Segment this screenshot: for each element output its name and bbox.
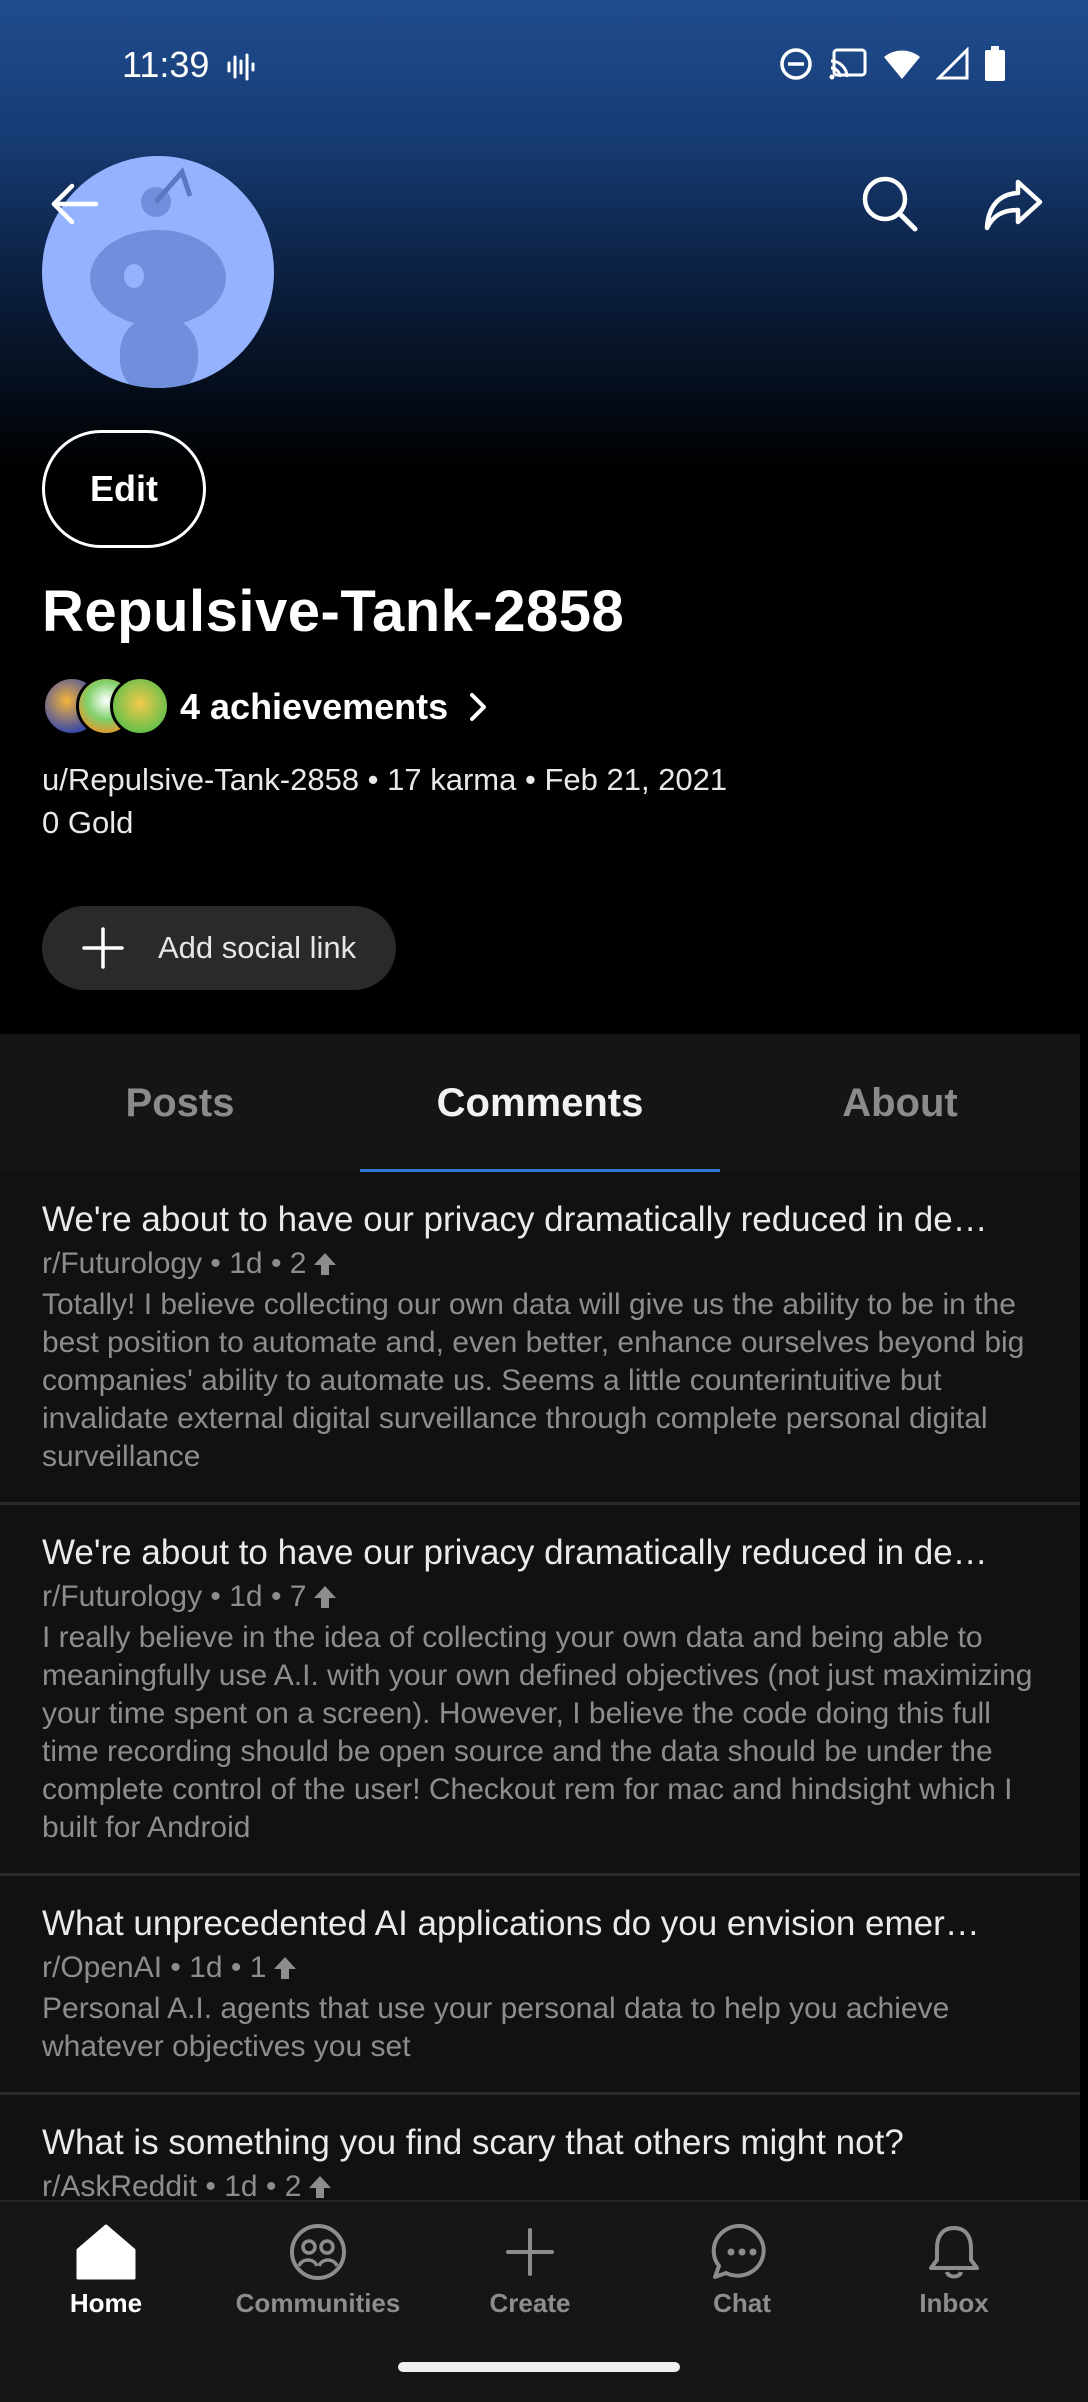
chevron-right-icon	[466, 690, 490, 724]
add-social-link-label: Add social link	[158, 930, 357, 965]
achievement-badges	[42, 672, 170, 742]
comment-body: Totally! I believe collecting our own da…	[42, 1288, 1025, 1473]
comment-item[interactable]: What is something you find scary that ot…	[0, 2095, 1080, 2200]
nav-communities-label: Communities	[235, 2288, 401, 2318]
comment-meta-text: r/AskReddit • 1d • 2	[42, 2170, 302, 2200]
arrow-left-icon	[51, 183, 99, 225]
edit-profile-button[interactable]: Edit	[42, 430, 206, 548]
cell-signal-icon	[935, 46, 970, 86]
achievements-row[interactable]: 4 achievements	[42, 670, 490, 744]
achievement-badge-icon	[110, 676, 170, 736]
upvote-icon	[314, 1586, 337, 1608]
nav-home-label: Home	[69, 2288, 143, 2318]
nav-create-label: Create	[489, 2288, 571, 2318]
home-indicator[interactable]	[398, 2362, 680, 2372]
battery-icon	[984, 46, 1006, 87]
back-button[interactable]	[36, 166, 112, 242]
comment-body: Personal A.I. agents that use your perso…	[42, 1992, 950, 2063]
nav-communities[interactable]: Communities	[212, 2202, 424, 2342]
comment-body: I really believe in the idea of collecti…	[42, 1621, 1033, 1844]
share-button[interactable]	[976, 166, 1052, 242]
profile-tabs: Posts Comments About	[0, 1034, 1080, 1174]
nav-home[interactable]: Home	[0, 2202, 212, 2342]
nav-chat-label: Chat	[713, 2288, 771, 2318]
status-bar: 11:39	[0, 0, 1088, 134]
audio-wave-icon	[225, 52, 255, 87]
share-icon	[984, 179, 1043, 231]
comment-meta: r/Futurology • 1d • 7	[42, 1577, 1038, 1617]
comments-list[interactable]: We're about to have our privacy dramatic…	[0, 1172, 1080, 2200]
tab-about[interactable]: About	[720, 1034, 1080, 1172]
add-social-link-button[interactable]: Add social link	[42, 906, 396, 990]
comment-item[interactable]: We're about to have our privacy dramatic…	[0, 1505, 1080, 1876]
comment-item[interactable]: What unprecedented AI applications do yo…	[0, 1876, 1080, 2095]
status-time: 11:39	[122, 44, 210, 85]
comment-post-title: What unprecedented AI applications do yo…	[42, 1904, 980, 1943]
comment-meta-text: r/OpenAI • 1d • 1	[42, 1951, 267, 1984]
plus-icon	[506, 2228, 554, 2276]
nav-inbox-label: Inbox	[919, 2288, 989, 2318]
comment-meta: r/Futurology • 1d • 2	[42, 1244, 1038, 1284]
upvote-icon	[274, 1957, 297, 1979]
communities-icon	[290, 2224, 346, 2280]
comment-meta: r/OpenAI • 1d • 1	[42, 1948, 1038, 1988]
chat-icon	[711, 2223, 766, 2279]
nav-chat[interactable]: Chat	[636, 2202, 848, 2342]
bell-icon	[929, 2226, 979, 2279]
home-icon	[76, 2224, 136, 2280]
upvote-icon	[314, 1253, 337, 1275]
profile-gold-line: 0 Gold	[42, 805, 134, 840]
tab-posts[interactable]: Posts	[0, 1034, 360, 1172]
nav-create[interactable]: Create	[424, 2202, 636, 2342]
comment-post-title: What is something you find scary that ot…	[42, 2123, 904, 2162]
upvote-icon	[309, 2176, 332, 2198]
comment-post-title: We're about to have our privacy dramatic…	[42, 1200, 988, 1239]
profile-meta-line: u/Repulsive-Tank-2858 • 17 karma • Feb 2…	[42, 762, 728, 797]
comment-item[interactable]: We're about to have our privacy dramatic…	[0, 1172, 1080, 1505]
comment-post-title: We're about to have our privacy dramatic…	[42, 1533, 988, 1572]
cast-icon	[828, 47, 868, 86]
comment-meta: r/AskReddit • 1d • 2	[42, 2167, 1038, 2200]
search-button[interactable]	[852, 166, 928, 242]
comment-meta-text: r/Futurology • 1d • 7	[42, 1580, 307, 1613]
profile-meta: u/Repulsive-Tank-2858 • 17 karma • Feb 2…	[42, 758, 727, 844]
do-not-disturb-icon	[778, 46, 814, 87]
tab-comments[interactable]: Comments	[360, 1034, 720, 1174]
profile-username: Repulsive-Tank-2858	[42, 579, 625, 644]
plus-icon	[82, 927, 124, 969]
wifi-icon	[882, 47, 922, 86]
search-icon	[862, 176, 918, 232]
achievements-label: 4 achievements	[180, 686, 449, 727]
comment-meta-text: r/Futurology • 1d • 2	[42, 1247, 307, 1280]
nav-inbox[interactable]: Inbox	[848, 2202, 1060, 2342]
